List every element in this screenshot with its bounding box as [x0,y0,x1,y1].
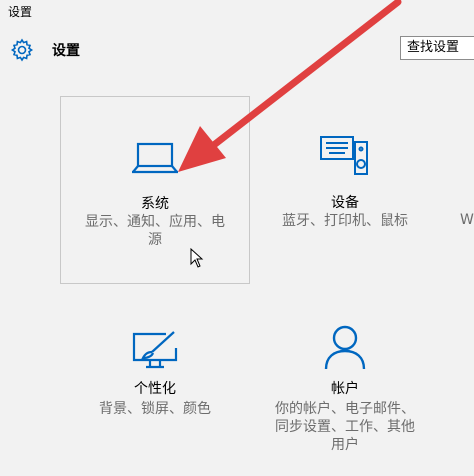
devices-icon [320,136,368,175]
gear-icon [10,38,34,62]
tile-desc: 显示、通知、应用、电 源 [85,214,225,248]
tile-personalization[interactable]: 个性化 背景、锁屏、颜色 [60,318,250,468]
person-icon [324,325,366,370]
personalization-icon [132,331,178,369]
window-title: 设置 [8,5,33,19]
tile-title: 设备 [331,195,359,211]
tile-desc: 蓝牙、打印机、鼠标 [282,213,408,229]
tile-devices[interactable]: 设备 蓝牙、打印机、鼠标 [250,96,440,284]
laptop-icon [132,142,178,174]
cutoff-tile-text: W [460,212,474,228]
page-title: 设置 [52,43,80,59]
tile-desc: 背景、锁屏、颜色 [99,401,211,417]
tile-title: 帐户 [331,381,359,397]
mouse-cursor-icon [190,248,204,268]
tile-desc: 你的帐户、电子邮件、 同步设置、工作、其他 用户 [275,401,415,453]
tile-title: 系统 [141,196,169,212]
tile-accounts[interactable]: 帐户 你的帐户、电子邮件、 同步设置、工作、其他 用户 [250,318,440,468]
tile-title: 个性化 [134,381,176,397]
search-input[interactable]: 查找设置 [400,36,474,60]
tile-system[interactable]: 系统 显示、通知、应用、电 源 [60,96,250,284]
